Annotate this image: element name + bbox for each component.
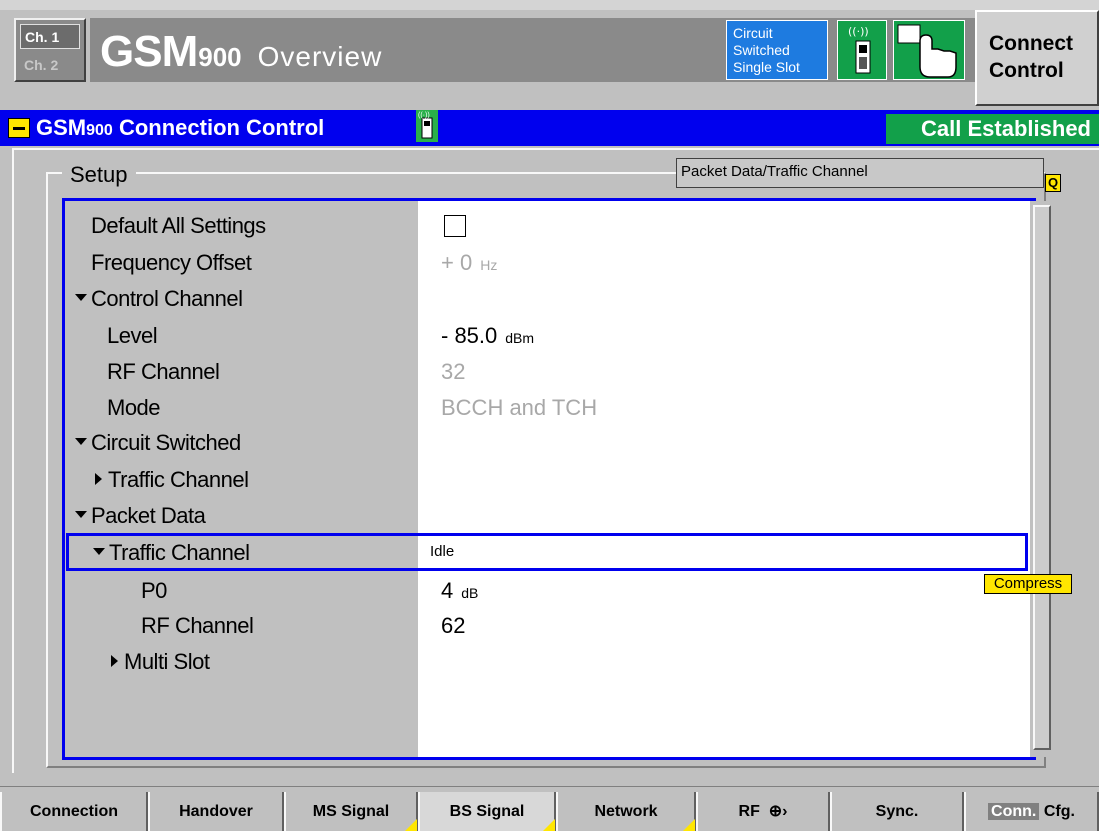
mode-line-2: Switched [733, 42, 790, 58]
softkey-rf[interactable]: RF ⊕› [696, 792, 830, 831]
row-label: Level [107, 323, 158, 348]
app-title-view: Overview [257, 41, 383, 72]
row-label: Frequency Offset [91, 250, 252, 275]
mode-value: BCCH and TCH [441, 395, 598, 420]
row-label: Traffic Channel [93, 534, 250, 571]
row-label: Traffic Channel [95, 461, 249, 498]
mode-indicator: Circuit Switched Single Slot [726, 20, 828, 80]
softkey-connection[interactable]: Connection [0, 792, 148, 831]
channel-1-button[interactable]: Ch. 1 [20, 24, 80, 49]
hand-pointer-icon [893, 20, 965, 80]
softkey-bs-signal[interactable]: BS Signal [418, 792, 556, 831]
row-packet-data[interactable]: Packet Data [65, 497, 1029, 534]
row-label: P0 [141, 578, 167, 603]
top-strip [0, 0, 1099, 10]
channel-selector: Ch. 1 Ch. 2 [14, 18, 86, 82]
compress-button[interactable]: Compress [984, 574, 1072, 594]
mode-line-1: Circuit [733, 25, 773, 41]
app-title-main: GSM [100, 27, 198, 76]
row-label: Default All Settings [91, 213, 266, 238]
setup-legend: Setup [62, 160, 136, 190]
expand-triangle-icon[interactable] [95, 473, 102, 486]
mode-line-3: Single Slot [733, 59, 800, 75]
svg-text:((·)): ((·)) [418, 112, 430, 119]
collapse-triangle-icon[interactable] [75, 437, 87, 445]
svg-text:((·)): ((·)) [848, 25, 869, 38]
phone-signal-icon: ((·)) [837, 20, 887, 80]
rf-connector-icon: ⊕› [768, 803, 788, 820]
row-p0[interactable]: P0 4 dB [65, 572, 1029, 609]
level-value: - 85.0 dBm [441, 323, 535, 348]
softkey-ms-signal[interactable]: MS Signal [284, 792, 418, 831]
window-title: GSM900 Connection Control [36, 110, 324, 146]
connect-control-button[interactable]: Connect Control [975, 10, 1099, 106]
app-title: GSM900 Overview [100, 22, 382, 82]
row-frequency-offset[interactable]: Frequency Offset + 0 Hz [65, 244, 1029, 281]
row-cs-traffic-channel[interactable]: Traffic Channel [65, 461, 1029, 498]
row-label: RF Channel [141, 613, 254, 638]
window-title-main: GSM [36, 115, 87, 140]
window-title-rest: Connection Control [118, 115, 325, 140]
rf-channel-value: 32 [441, 359, 466, 384]
frequency-offset-value: + 0 Hz [441, 250, 498, 275]
pd-rf-channel-value: 62 [441, 613, 466, 638]
row-control-channel[interactable]: Control Channel [65, 280, 1029, 317]
phone-status-icon: ((·)) [416, 110, 438, 142]
p0-value: 4 dB [441, 578, 479, 603]
channel-2-button[interactable]: Ch. 2 [20, 53, 80, 78]
row-label: RF Channel [107, 359, 220, 384]
traffic-channel-state: Idle [430, 543, 455, 560]
window-title-band: 900 [86, 122, 113, 139]
row-pd-traffic-channel[interactable]: Traffic Channel [65, 534, 1029, 571]
connect-control-line-2: Control [989, 59, 1064, 82]
context-path-box: Packet Data/Traffic Channel [676, 158, 1044, 188]
row-level[interactable]: Level - 85.0 dBm [65, 317, 1029, 354]
scrollbar-thumb[interactable] [1033, 205, 1051, 750]
row-rf-channel[interactable]: RF Channel 32 [65, 353, 1029, 390]
softkey-network[interactable]: Network [556, 792, 696, 831]
row-mode[interactable]: Mode BCCH and TCH [65, 389, 1029, 426]
row-circuit-switched[interactable]: Circuit Switched [65, 424, 1029, 461]
softkey-handover[interactable]: Handover [148, 792, 284, 831]
softkey-sync[interactable]: Sync. [830, 792, 964, 831]
collapse-triangle-icon[interactable] [93, 547, 105, 555]
row-label: Packet Data [75, 497, 206, 534]
row-label: Mode [107, 395, 161, 420]
softkey-conn-cfg[interactable]: Conn. Cfg. [964, 792, 1099, 831]
minimize-icon[interactable] [8, 118, 30, 138]
expand-triangle-icon[interactable] [111, 655, 118, 668]
default-all-settings-checkbox[interactable] [444, 215, 466, 237]
app-title-band: 900 [198, 42, 242, 72]
row-default-all-settings[interactable]: Default All Settings [65, 207, 1029, 244]
quick-badge[interactable]: Q [1045, 174, 1061, 192]
row-pd-rf-channel[interactable]: RF Channel 62 [65, 607, 1029, 644]
row-label: Circuit Switched [75, 424, 241, 461]
collapse-triangle-icon[interactable] [75, 293, 87, 301]
connect-control-line-1: Connect [989, 32, 1073, 55]
call-status-badge: Call Established [886, 114, 1099, 144]
row-label: Multi Slot [111, 643, 210, 680]
row-multi-slot[interactable]: Multi Slot [65, 643, 1029, 680]
row-label: Control Channel [75, 280, 243, 317]
collapse-triangle-icon[interactable] [75, 510, 87, 518]
